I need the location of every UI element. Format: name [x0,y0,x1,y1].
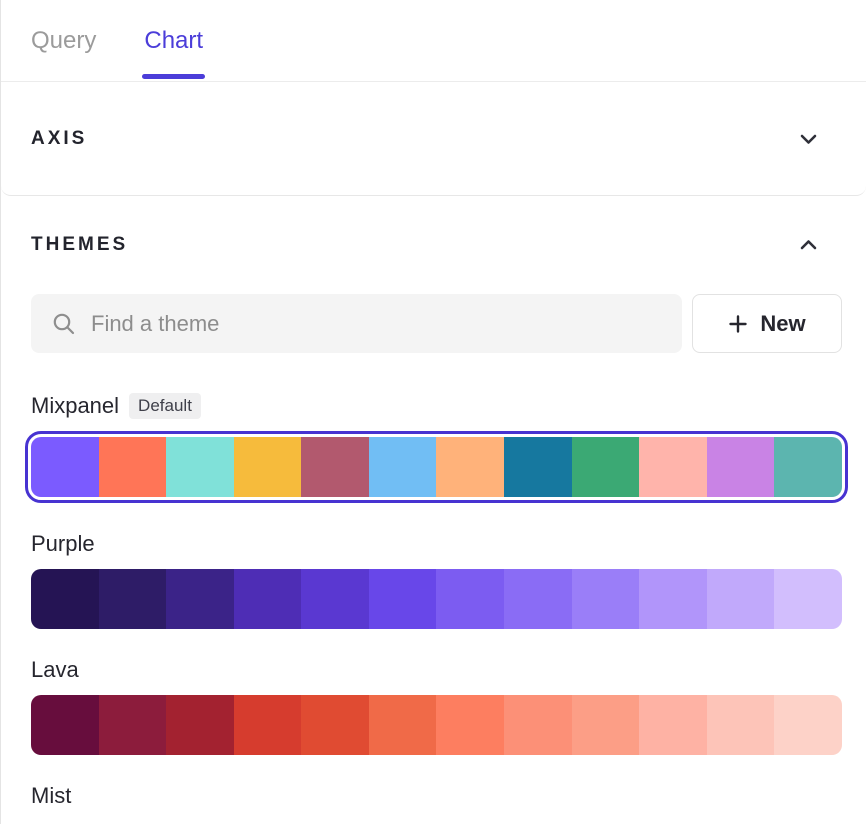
color-swatch[interactable] [31,437,99,497]
axis-section: AXIS [1,82,866,196]
color-swatch[interactable] [99,569,167,629]
color-swatch[interactable] [166,437,234,497]
theme-name: Purple [31,531,95,557]
color-swatch[interactable] [707,569,775,629]
color-swatch[interactable] [166,569,234,629]
theme-name-row: Mixpanel Default [31,393,842,419]
tab-query[interactable]: Query [31,27,96,55]
theme-name-row: Lava [31,657,842,683]
color-swatch[interactable] [234,695,302,755]
color-swatch[interactable] [436,695,504,755]
color-swatch[interactable] [99,437,167,497]
axis-section-title: AXIS [31,128,87,150]
color-swatch[interactable] [301,437,369,497]
theme-swatch-ring[interactable] [31,569,842,629]
new-theme-button[interactable]: New [692,294,842,353]
color-swatch[interactable] [639,695,707,755]
color-swatch[interactable] [504,569,572,629]
theme-swatch-row[interactable] [31,569,842,629]
theme-swatch-row[interactable] [31,695,842,755]
theme-item: Mixpanel Default [31,393,842,503]
chevron-up-icon[interactable] [799,238,818,252]
themes-section: THEMES [1,196,866,809]
color-swatch[interactable] [572,437,640,497]
color-swatch[interactable] [301,569,369,629]
theme-name-row: Mist [31,783,842,809]
plus-icon [728,314,748,334]
chart-settings-panel: Query Chart AXIS THEMES [0,0,866,824]
theme-search-box[interactable] [31,294,682,353]
theme-name-row: Purple [31,531,842,557]
color-swatch[interactable] [31,569,99,629]
color-swatch[interactable] [369,437,437,497]
theme-name: Lava [31,657,79,683]
tabbar: Query Chart [1,0,866,82]
axis-section-header[interactable]: AXIS [1,82,866,196]
color-swatch[interactable] [707,437,775,497]
color-swatch[interactable] [436,437,504,497]
color-swatch[interactable] [369,695,437,755]
color-swatch[interactable] [504,695,572,755]
theme-controls: New [1,294,866,353]
themes-section-title: THEMES [31,234,128,256]
color-swatch[interactable] [774,437,842,497]
color-swatch[interactable] [572,569,640,629]
themes-section-header[interactable]: THEMES [1,232,866,258]
color-swatch[interactable] [504,437,572,497]
color-swatch[interactable] [99,695,167,755]
theme-name: Mist [31,783,71,809]
theme-list: Mixpanel Default Purple Lava Mist [1,393,866,809]
theme-swatch-ring[interactable] [25,431,848,503]
color-swatch[interactable] [369,569,437,629]
chevron-down-icon[interactable] [799,132,818,146]
color-swatch[interactable] [234,569,302,629]
theme-name: Mixpanel [31,393,119,419]
color-swatch[interactable] [234,437,302,497]
search-input[interactable] [91,311,662,337]
color-swatch[interactable] [774,569,842,629]
theme-item: Purple [31,531,842,629]
color-swatch[interactable] [639,569,707,629]
color-swatch[interactable] [31,695,99,755]
theme-swatch-row[interactable] [31,437,842,497]
tab-chart[interactable]: Chart [144,27,203,55]
color-swatch[interactable] [436,569,504,629]
color-swatch[interactable] [572,695,640,755]
color-swatch[interactable] [166,695,234,755]
new-theme-button-label: New [760,311,805,337]
theme-item: Lava [31,657,842,755]
theme-swatch-ring[interactable] [31,695,842,755]
color-swatch[interactable] [774,695,842,755]
color-swatch[interactable] [301,695,369,755]
search-icon [51,311,77,337]
default-badge: Default [129,393,201,419]
color-swatch[interactable] [639,437,707,497]
color-swatch[interactable] [707,695,775,755]
theme-item: Mist [31,783,842,809]
